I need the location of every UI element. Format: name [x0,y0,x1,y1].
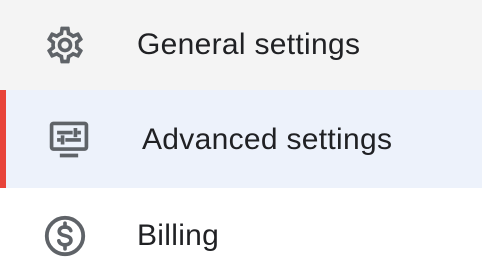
settings-menu: General settings Advanced settings Billi… [0,0,482,280]
menu-item-label: General settings [137,28,361,61]
dollar-circle-icon [40,211,90,261]
menu-item-advanced-settings[interactable]: Advanced settings [0,90,482,188]
active-indicator [0,90,6,188]
menu-item-label: Billing [137,219,220,252]
gear-icon [40,20,90,70]
advanced-settings-icon [44,114,94,164]
menu-item-billing[interactable]: Billing [0,188,482,280]
menu-item-label: Advanced settings [142,123,393,156]
menu-item-general-settings[interactable]: General settings [0,0,482,90]
